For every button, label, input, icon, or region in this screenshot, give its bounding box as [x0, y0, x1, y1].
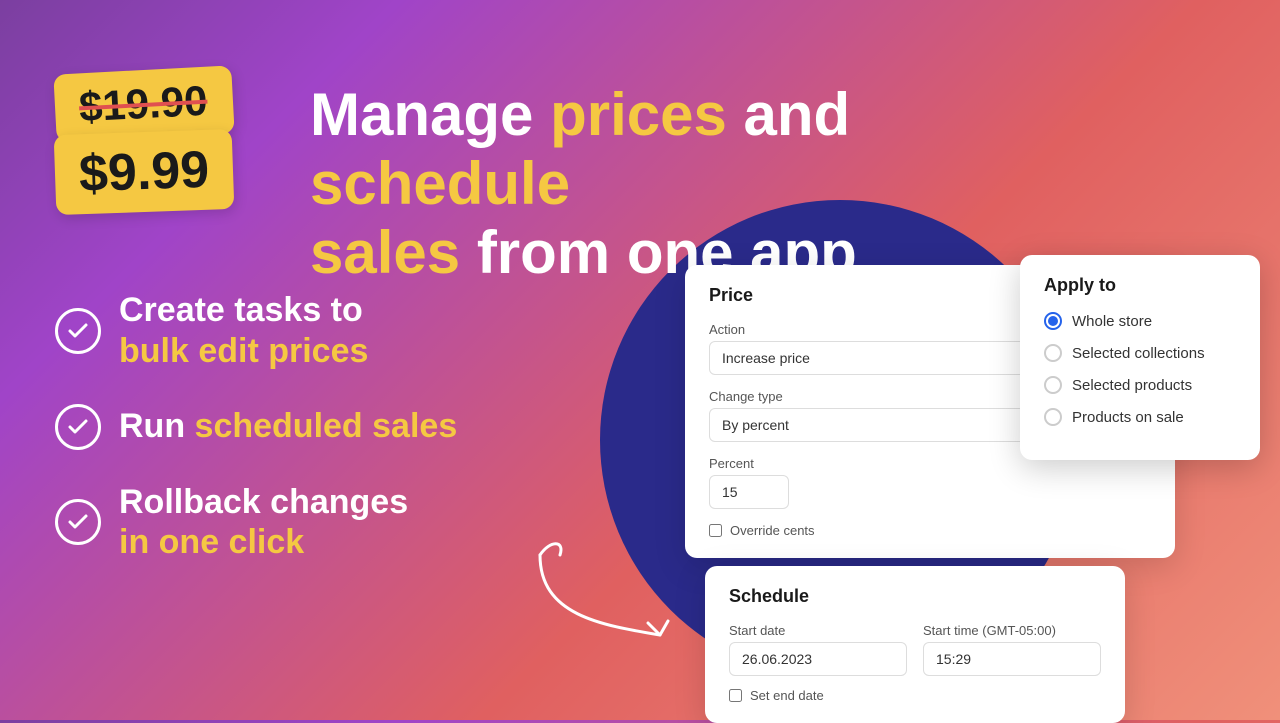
feature-bulk-edit-text: Create tasks tobulk edit prices — [119, 290, 368, 372]
schedule-grid: Start date Start time (GMT-05:00) — [729, 623, 1101, 676]
check-icon-scheduled — [55, 404, 101, 450]
feature-bulk-edit: Create tasks tobulk edit prices — [55, 290, 457, 372]
start-time-field: Start time (GMT-05:00) — [923, 623, 1101, 676]
start-time-label: Start time (GMT-05:00) — [923, 623, 1101, 638]
override-checkbox[interactable] — [709, 524, 722, 537]
headline: Manage prices and schedulesales from one… — [310, 80, 950, 287]
start-time-input[interactable] — [923, 642, 1101, 676]
feature-scheduled-sales: Run scheduled sales — [55, 404, 457, 450]
override-row: Override cents — [709, 523, 1151, 538]
radio-label-whole-store: Whole store — [1072, 313, 1152, 330]
new-price: $9.99 — [54, 129, 235, 215]
radio-label-collections: Selected collections — [1072, 345, 1205, 362]
radio-products-on-sale[interactable]: Products on sale — [1044, 408, 1236, 426]
percent-field: Percent — [709, 456, 1151, 509]
start-date-label: Start date — [729, 623, 907, 638]
start-date-input[interactable] — [729, 642, 907, 676]
feature-scheduled-text: Run scheduled sales — [119, 406, 457, 447]
radio-selected-collections[interactable]: Selected collections — [1044, 344, 1236, 362]
schedule-title: Schedule — [729, 586, 1101, 607]
headline-text: Manage prices and schedulesales from one… — [310, 81, 857, 286]
check-icon-rollback — [55, 499, 101, 545]
radio-btn-whole-store[interactable] — [1044, 312, 1062, 330]
radio-whole-store[interactable]: Whole store — [1044, 312, 1236, 330]
radio-label-products: Selected products — [1072, 377, 1192, 394]
radio-selected-products[interactable]: Selected products — [1044, 376, 1236, 394]
price-tags: $19.90 $9.99 — [55, 70, 233, 212]
features-list: Create tasks tobulk edit prices Run sche… — [55, 290, 457, 563]
radio-btn-collections[interactable] — [1044, 344, 1062, 362]
end-date-row: Set end date — [729, 688, 1101, 703]
end-date-label: Set end date — [750, 688, 824, 703]
start-date-field: Start date — [729, 623, 907, 676]
apply-to-title: Apply to — [1044, 275, 1236, 296]
percent-input[interactable] — [709, 475, 789, 509]
check-icon-bulk-edit — [55, 308, 101, 354]
arrow-curve — [520, 535, 680, 660]
feature-rollback: Rollback changesin one click — [55, 482, 457, 564]
radio-btn-products[interactable] — [1044, 376, 1062, 394]
radio-label-on-sale: Products on sale — [1072, 409, 1184, 426]
schedule-card: Schedule Start date Start time (GMT-05:0… — [705, 566, 1125, 723]
override-label: Override cents — [730, 523, 815, 538]
ui-container: Price Action Change type Percent Overrid… — [685, 265, 1225, 723]
feature-rollback-text: Rollback changesin one click — [119, 482, 408, 564]
end-date-checkbox[interactable] — [729, 689, 742, 702]
radio-btn-on-sale[interactable] — [1044, 408, 1062, 426]
apply-to-card: Apply to Whole store Selected collection… — [1020, 255, 1260, 460]
